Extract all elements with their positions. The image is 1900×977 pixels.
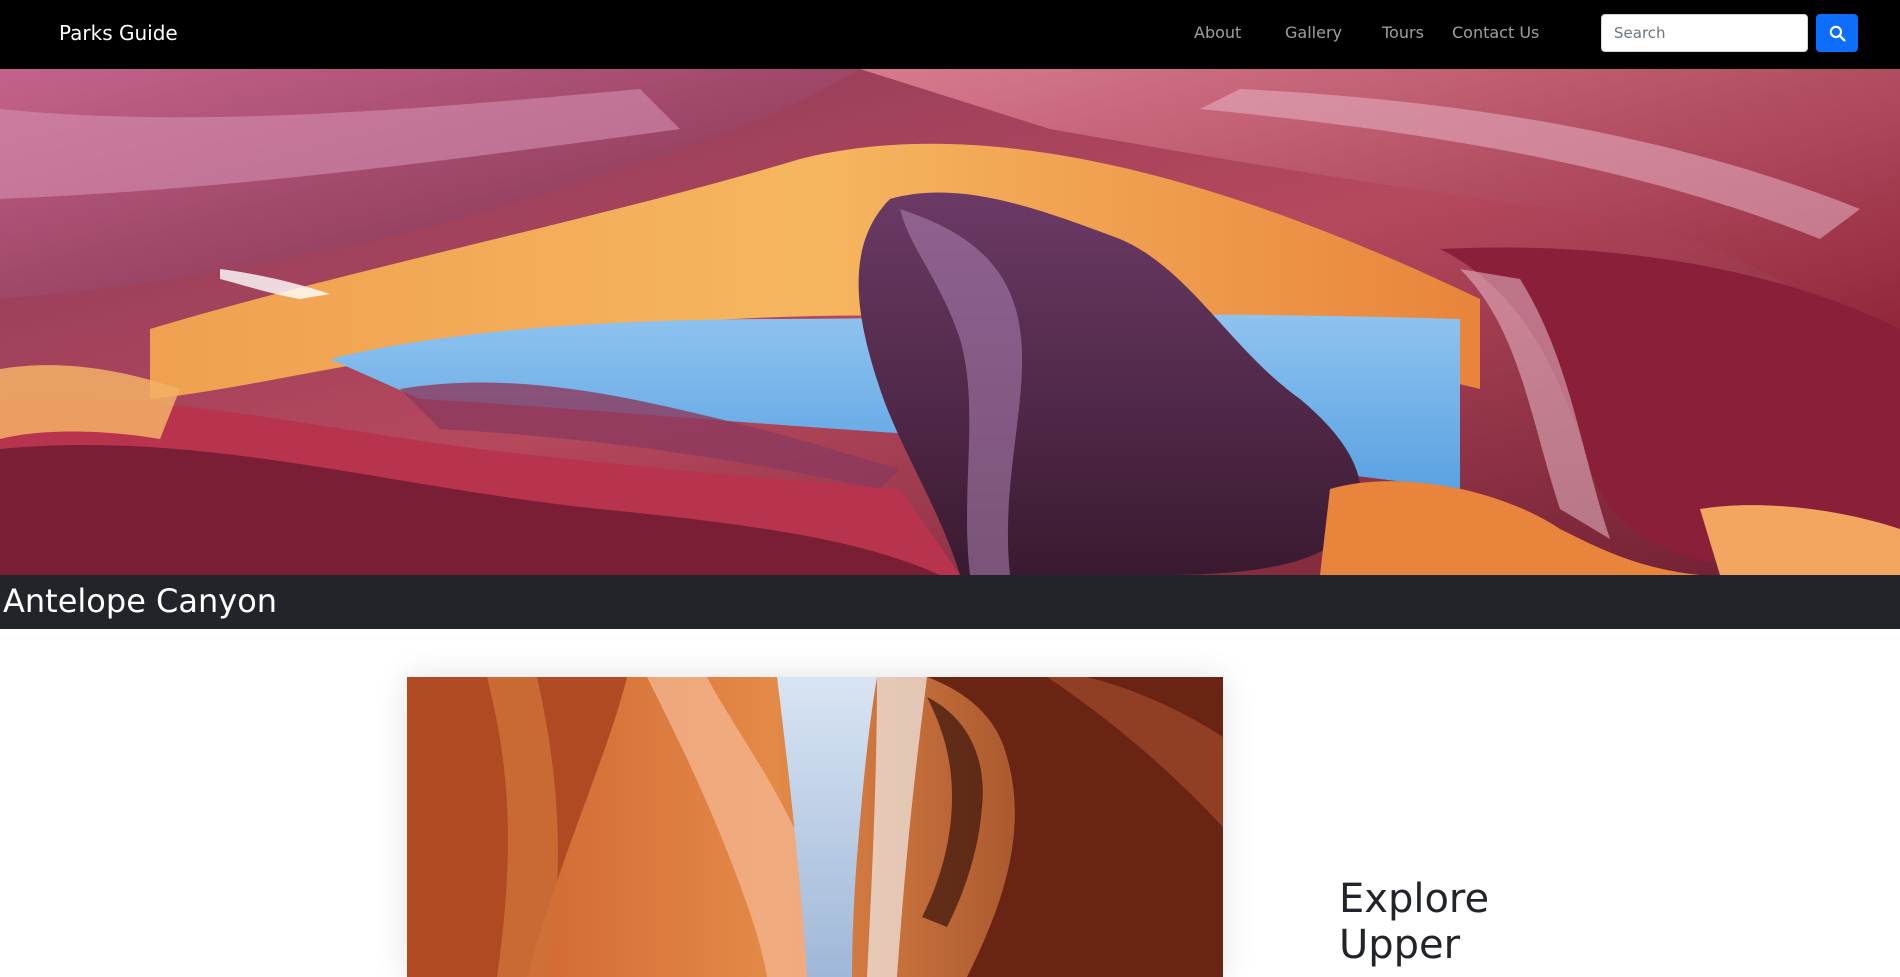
navbar: Parks Guide About Gallery Tours Contact …: [0, 0, 1900, 69]
feature-image: [407, 677, 1223, 977]
nav-link-about[interactable]: About: [1194, 23, 1241, 43]
hero-image: [0, 69, 1900, 575]
brand-link[interactable]: Parks Guide: [59, 20, 178, 46]
nav-link-tours[interactable]: Tours: [1382, 23, 1424, 43]
page-title: Antelope Canyon: [3, 582, 278, 620]
search-input[interactable]: [1601, 14, 1808, 52]
search-icon: [1829, 25, 1846, 42]
title-bar: Antelope Canyon: [0, 575, 1900, 629]
search-button[interactable]: [1816, 14, 1858, 52]
nav-link-contact-us[interactable]: Contact Us: [1452, 23, 1539, 43]
explore-heading: Explore Upper: [1339, 876, 1490, 968]
nav-link-gallery[interactable]: Gallery: [1285, 23, 1342, 43]
